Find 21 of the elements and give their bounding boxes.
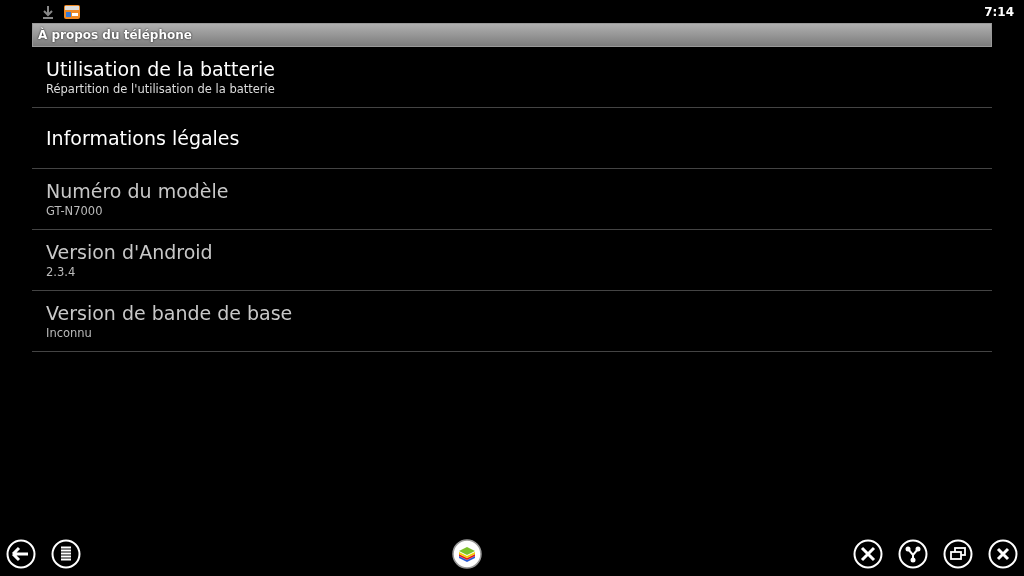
app-logo-icon[interactable] (452, 539, 482, 569)
item-summary: Inconnu (46, 325, 93, 341)
download-icon (42, 4, 54, 19)
settings-item[interactable]: Informations légales (32, 108, 992, 169)
item-summary: GT-N7000 (46, 203, 104, 219)
item-title: Version de bande de base (46, 301, 294, 325)
back-icon[interactable] (6, 539, 36, 569)
screen-title: À propos du téléphone (32, 23, 992, 47)
app-notification-icon (64, 4, 80, 19)
close-icon[interactable] (988, 539, 1018, 569)
item-title: Informations légales (46, 126, 241, 150)
windows-icon[interactable] (943, 539, 973, 569)
item-summary: 2.3.4 (46, 264, 77, 280)
settings-item[interactable]: Utilisation de la batterie Répartition de l'utilisation de la batterie (32, 47, 992, 108)
clock: 7:14 (984, 4, 1014, 19)
item-title: Version d'Android (46, 240, 214, 264)
share-icon[interactable] (898, 539, 928, 569)
item-title: Utilisation de la batterie (46, 57, 276, 81)
item-summary: Répartition de l'utilisation de la batterie (46, 81, 276, 97)
menu-icon[interactable] (51, 539, 81, 569)
item-title: Numéro du modèle (46, 179, 230, 203)
